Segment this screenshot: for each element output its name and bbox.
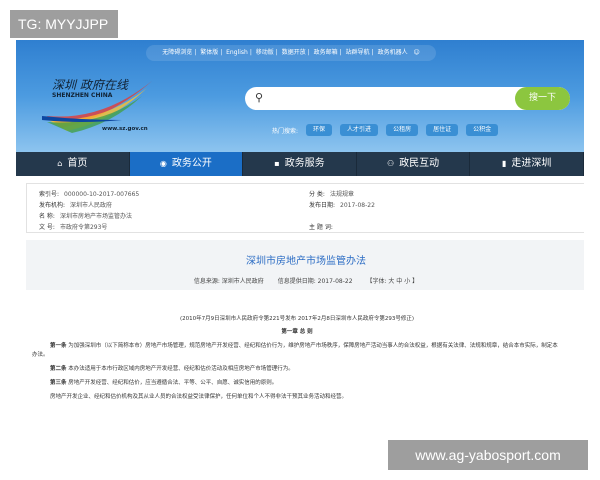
building-icon: ▮ (501, 159, 507, 168)
link-english[interactable]: English (226, 49, 248, 56)
hot-tag[interactable]: 公租房 (386, 124, 419, 136)
article-meta: 信息来源: 深圳市人民政府 信息提供日期: 2017-08-22 【字体: 大 … (26, 276, 584, 285)
hot-searches: 热门搜索: 环保 人才引进 公租房 居住证 公积金 (272, 124, 499, 136)
article-paragraph: 房地产开发企业、经纪和估价机构及其从业人员的合法权益受法律保护，任何单位和个人不… (50, 394, 348, 400)
main-nav: ⌂ 首页 ◉ 政务公开 ▪ 政务服务 ⚇ 政民互动 ▮ 走进深圳 (16, 152, 584, 176)
chapter-heading: 第一章 总 则 (281, 329, 313, 335)
home-icon: ⌂ (57, 159, 63, 168)
nav-gov-affairs-open[interactable]: ◉ 政务公开 (129, 152, 244, 176)
font-size-switcher[interactable]: 【字体: 大 中 小 】 (366, 278, 418, 285)
info-doc-number: 文 号: 市政府令第293号 (39, 224, 108, 231)
search-bar: ⚲ 搜一下 (245, 87, 570, 110)
hot-label: 热门搜索: (272, 127, 299, 135)
site-logo[interactable]: 深圳 政府在线 SHENZHEN CHINA www.sz.gov.cn (42, 76, 157, 136)
hot-tag[interactable]: 人才引进 (340, 124, 379, 136)
article-header: 深圳市房地产市场监管办法 信息来源: 深圳市人民政府 信息提供日期: 2017-… (26, 240, 584, 290)
robot-icon: ☺ (413, 49, 420, 56)
search-icon: ⚲ (255, 91, 264, 104)
article-date: 信息提供日期: 2017-08-22 (277, 278, 353, 285)
nav-home[interactable]: ⌂ 首页 (16, 152, 130, 176)
article-title: 深圳市房地产市场监管办法 (246, 256, 366, 267)
article-paragraph: 第一条 为加强深圳市（以下简称本市）房地产市场管理，规范房地产开发经营、经纪和估… (32, 343, 558, 358)
info-index: 索引号: 000000-10-2017-007665 (39, 191, 140, 198)
site-header: 无障碍浏览 | 繁体版 | English | 移动版 | 数据开放 | 政务邮箱 | 站群… (16, 40, 584, 152)
link-site-nav[interactable]: 站群导航 (346, 49, 370, 56)
nav-gov-service[interactable]: ▪ 政务服务 (243, 152, 357, 176)
article-note: (2010年7月9日深圳市人民政府令第221号发布 2017年2月8日深圳市人民… (179, 316, 415, 322)
hot-tag[interactable]: 环保 (306, 124, 333, 136)
hot-tag[interactable]: 居住证 (426, 124, 459, 136)
webpage: 无障碍浏览 | 繁体版 | English | 移动版 | 数据开放 | 政务邮箱 | 站群… (16, 40, 584, 437)
info-org: 发布机构: 深圳市人民政府 (39, 202, 113, 209)
link-accessible[interactable]: 无障碍浏览 (162, 49, 192, 56)
watermark-top: TG: MYYJJPP (10, 10, 118, 38)
article-body: (2010年7月9日深圳市人民政府令第221号发布 2017年2月8日深圳市人民… (32, 315, 562, 402)
link-robot[interactable]: 政务机器人 (378, 49, 408, 56)
nav-about-shenzhen[interactable]: ▮ 走进深圳 (470, 152, 584, 176)
article-paragraph: 第三条 房地产开发经营、经纪和估价，应当遵循合法、平等、公平、自愿、诚实信用的原… (50, 380, 278, 386)
article-source: 信息来源: 深圳市人民政府 (193, 278, 264, 285)
info-name: 名 称: 深圳市房地产市场监管办法 (39, 213, 132, 220)
link-traditional[interactable]: 繁体版 (200, 49, 218, 56)
link-mobile[interactable]: 移动版 (256, 49, 274, 56)
article-paragraph: 第二条 本办法适用于本市行政区域内房地产开发经营、经纪和估价活动及相应房地产市场… (50, 366, 294, 372)
search-button[interactable]: 搜一下 (515, 87, 570, 110)
link-open-data[interactable]: 数据开放 (282, 49, 306, 56)
hot-tag[interactable]: 公积金 (466, 124, 499, 136)
document-info-box: 索引号: 000000-10-2017-007665 分 类: 法规规章 发布机构:… (26, 183, 584, 233)
people-icon: ⚇ (386, 159, 395, 168)
info-subject: 主 题 词: (309, 224, 333, 231)
info-date: 发布日期: 2017-08-22 (309, 202, 375, 209)
link-mail[interactable]: 政务邮箱 (314, 49, 338, 56)
top-links: 无障碍浏览 | 繁体版 | English | 移动版 | 数据开放 | 政务邮箱 | 站群… (146, 45, 436, 61)
eye-icon: ◉ (159, 159, 167, 168)
monitor-icon: ▪ (274, 159, 280, 168)
info-category: 分 类: 法规规章 (309, 191, 354, 198)
nav-interaction[interactable]: ⚇ 政民互动 (357, 152, 471, 176)
watermark-bottom: www.ag-yabosport.com (388, 440, 588, 470)
